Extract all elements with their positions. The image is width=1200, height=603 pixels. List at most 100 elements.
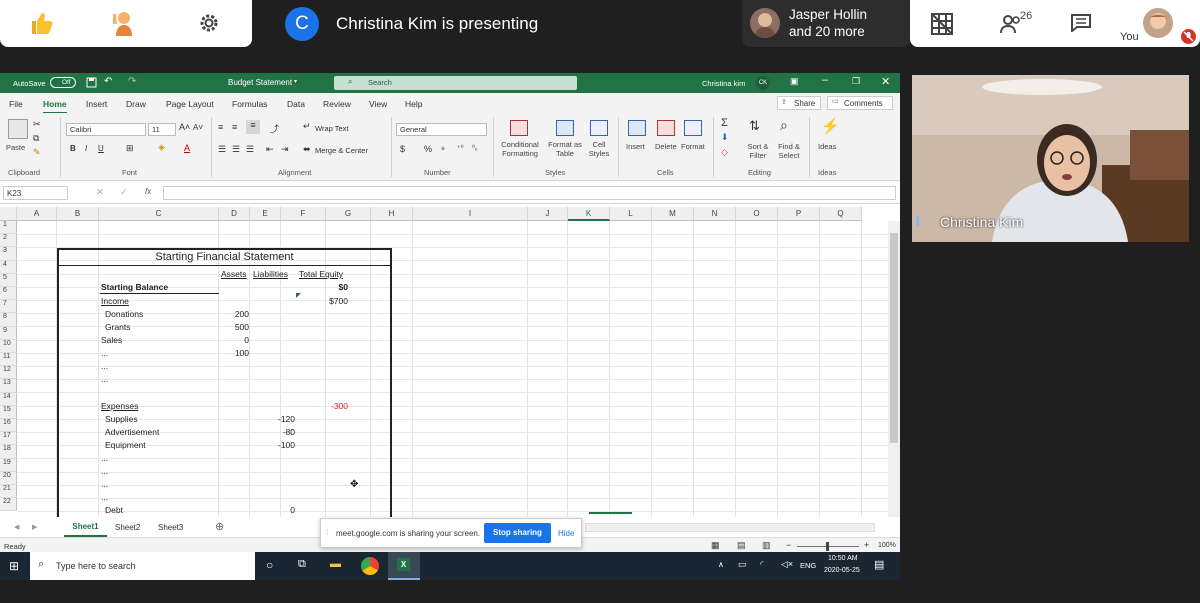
- formula-input[interactable]: [163, 186, 896, 200]
- input-language[interactable]: ENG: [800, 561, 816, 570]
- grants-value[interactable]: 500: [220, 322, 249, 332]
- wrap-text-icon[interactable]: ↵: [303, 121, 311, 132]
- people-icon[interactable]: [1000, 14, 1022, 34]
- tab-file[interactable]: File: [9, 99, 23, 109]
- conditional-formatting-icon[interactable]: [510, 120, 528, 136]
- zoom-level[interactable]: 100%: [878, 542, 896, 549]
- sales-label[interactable]: Sales: [101, 335, 122, 345]
- align-center-icon[interactable]: ☰: [232, 144, 240, 155]
- notifications-icon[interactable]: ▤: [874, 558, 884, 571]
- zoom-out-icon[interactable]: −: [786, 540, 791, 550]
- next-sheet-icon[interactable]: ▶: [32, 523, 37, 531]
- decrease-font-icon[interactable]: A˅: [193, 123, 203, 132]
- taskbar-search-box[interactable]: ⌕ Type here to search: [30, 552, 255, 580]
- minimize-icon[interactable]: –: [822, 74, 828, 86]
- comma-icon[interactable]: ⁹: [441, 144, 445, 154]
- column-header[interactable]: C: [99, 207, 219, 221]
- sort-filter-label[interactable]: Sort & Filter: [742, 142, 774, 160]
- fill-icon[interactable]: ⬇: [721, 132, 729, 143]
- confirm-entry-icon[interactable]: ✓: [120, 187, 128, 198]
- normal-view-icon[interactable]: ▦: [711, 540, 720, 551]
- ideas-label[interactable]: Ideas: [818, 142, 836, 151]
- paste-icon[interactable]: [8, 119, 28, 139]
- equipment-label[interactable]: Equipment: [105, 440, 146, 450]
- row10-label[interactable]: ...: [101, 348, 108, 358]
- underline-icon[interactable]: U: [98, 144, 104, 153]
- starting-balance-value[interactable]: $0: [296, 282, 348, 292]
- donations-label[interactable]: Donations: [105, 309, 143, 319]
- column-header[interactable]: B: [57, 207, 99, 221]
- percent-icon[interactable]: %: [424, 144, 432, 154]
- format-cells-label[interactable]: Format: [681, 142, 705, 151]
- tab-data[interactable]: Data: [287, 99, 305, 109]
- chat-icon[interactable]: [1071, 14, 1091, 32]
- prev-sheet-icon[interactable]: ◀: [14, 523, 19, 531]
- row21-label[interactable]: ...: [101, 492, 108, 502]
- task-view-icon[interactable]: ⧉: [298, 558, 306, 571]
- cortana-icon[interactable]: ○: [266, 558, 273, 572]
- tab-sheet1[interactable]: Sheet1: [64, 519, 107, 537]
- column-header[interactable]: K: [568, 207, 610, 221]
- increase-decimal-icon[interactable]: ⁺⁰: [457, 144, 464, 152]
- decrease-indent-icon[interactable]: ⇤: [266, 144, 274, 155]
- cell-styles-icon[interactable]: [590, 120, 608, 136]
- find-select-icon[interactable]: ⌕: [780, 117, 788, 134]
- undo-icon[interactable]: ↶: [104, 76, 112, 87]
- header-assets[interactable]: Assets: [221, 269, 247, 279]
- zoom-slider-thumb[interactable]: [826, 542, 829, 551]
- select-all-corner[interactable]: [0, 207, 17, 221]
- row-header[interactable]: 8: [0, 313, 17, 327]
- volume-icon[interactable]: ◁×: [781, 559, 793, 570]
- document-title[interactable]: Budget Statement: [228, 78, 292, 87]
- cell-styles-label[interactable]: Cell Styles: [584, 140, 614, 158]
- tab-home[interactable]: Home: [43, 99, 67, 114]
- italic-icon[interactable]: I: [85, 144, 87, 153]
- format-cells-icon[interactable]: [684, 120, 702, 136]
- tray-chevron-icon[interactable]: ∧: [718, 560, 724, 569]
- save-icon[interactable]: [86, 77, 97, 88]
- font-color-icon[interactable]: A: [184, 143, 190, 153]
- clear-icon[interactable]: ◇: [721, 147, 728, 158]
- column-header[interactable]: A: [17, 207, 57, 221]
- ribbon-display-icon[interactable]: ▣: [790, 76, 799, 87]
- advertisement-value[interactable]: -80: [250, 427, 295, 437]
- supplies-label[interactable]: Supplies: [105, 414, 138, 424]
- increase-font-icon[interactable]: A˄: [179, 122, 190, 132]
- align-right-icon[interactable]: ☰: [246, 144, 254, 155]
- vertical-scrollbar[interactable]: [888, 221, 900, 517]
- user-name[interactable]: Christina kim: [702, 79, 745, 88]
- align-left-icon[interactable]: ☰: [218, 144, 226, 155]
- format-painter-icon[interactable]: ✎: [33, 147, 41, 158]
- align-middle-icon[interactable]: ≡: [232, 122, 237, 132]
- user-initials-avatar[interactable]: CK: [756, 76, 770, 90]
- expenses-total[interactable]: -300: [296, 401, 348, 411]
- wrap-text-label[interactable]: Wrap Text: [315, 124, 349, 133]
- row-header[interactable]: 11: [0, 353, 17, 367]
- merge-center-icon[interactable]: ⬌: [303, 144, 311, 155]
- tab-sheet3[interactable]: Sheet3: [158, 523, 183, 532]
- row-header[interactable]: 15: [0, 405, 17, 419]
- column-header[interactable]: J: [528, 207, 568, 221]
- advertisement-label[interactable]: Advertisement: [105, 427, 159, 437]
- column-header[interactable]: O: [736, 207, 778, 221]
- close-icon[interactable]: ✕: [881, 75, 890, 88]
- stop-sharing-button[interactable]: Stop sharing: [484, 523, 551, 543]
- row-header[interactable]: 7: [0, 300, 17, 314]
- sort-filter-icon[interactable]: ⇅: [749, 118, 760, 134]
- tab-review[interactable]: Review: [323, 99, 351, 109]
- cancel-entry-icon[interactable]: ✕: [96, 187, 104, 198]
- insert-function-icon[interactable]: fx: [145, 187, 151, 196]
- page-layout-view-icon[interactable]: ▤: [737, 540, 746, 551]
- column-header[interactable]: D: [219, 207, 250, 221]
- tab-page-layout[interactable]: Page Layout: [166, 99, 214, 109]
- supplies-value[interactable]: -120: [250, 414, 295, 424]
- font-name-select[interactable]: Calibri: [66, 123, 146, 136]
- find-select-label[interactable]: Find & Select: [773, 142, 805, 160]
- align-bottom-icon[interactable]: ≡: [246, 120, 260, 134]
- scroll-thumb[interactable]: [890, 233, 898, 443]
- column-header[interactable]: I: [413, 207, 528, 221]
- expenses-label[interactable]: Expenses: [101, 401, 138, 411]
- spreadsheet-grid[interactable]: ABCDEFGHIJKLMNOPQ 1 2 3 4 5 6 7 8 9 10 11 12 13 14 15 1…: [0, 207, 888, 517]
- column-header[interactable]: P: [778, 207, 820, 221]
- row18-label[interactable]: ...: [101, 453, 108, 463]
